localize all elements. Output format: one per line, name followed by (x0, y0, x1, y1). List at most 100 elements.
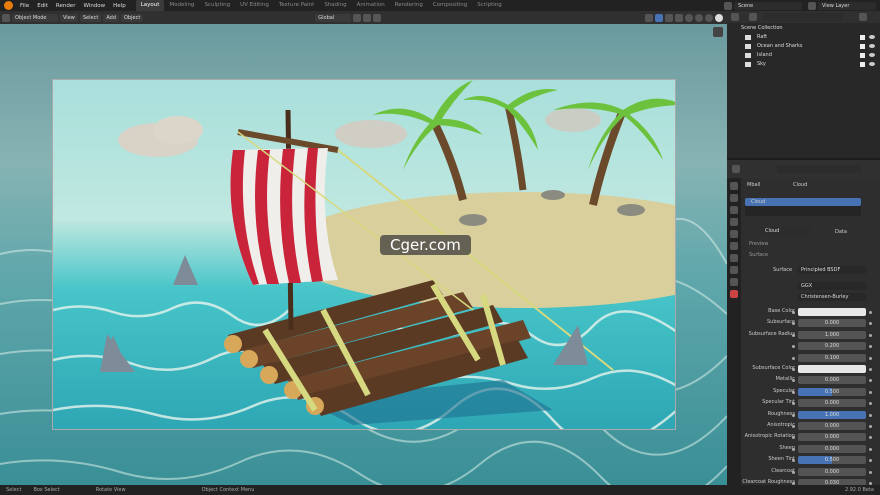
tab-compositing[interactable]: Compositing (428, 0, 472, 11)
field-value[interactable]: 0.000 (798, 399, 866, 408)
toggle-sidebar-button[interactable] (713, 27, 723, 37)
socket-icon[interactable] (792, 356, 795, 360)
tab-rendering[interactable]: Rendering (390, 0, 428, 11)
editor-type-icon[interactable] (2, 13, 10, 22)
field-value[interactable]: 0.500 (798, 456, 866, 465)
menu-edit[interactable]: Edit (33, 3, 52, 9)
tab-modeling[interactable]: Modeling (164, 0, 199, 11)
tab-scripting[interactable]: Scripting (472, 0, 506, 11)
keyframe-icon[interactable] (869, 333, 872, 337)
keyframe-icon[interactable] (869, 311, 872, 314)
view-layer-tab-icon[interactable] (730, 218, 738, 226)
keyframe-icon[interactable] (869, 356, 872, 360)
keyframe-icon[interactable] (869, 345, 872, 349)
object-mode-dropdown[interactable]: Object Mode (12, 13, 58, 22)
eye-icon[interactable] (869, 62, 875, 66)
socket-icon[interactable] (792, 345, 795, 349)
socket-icon[interactable] (792, 390, 795, 394)
menu-object[interactable]: Object (121, 13, 144, 22)
keyframe-icon[interactable] (869, 390, 872, 394)
checkbox-icon[interactable] (860, 53, 865, 58)
object-tab-icon[interactable] (730, 254, 738, 262)
keyframe-icon[interactable] (869, 368, 872, 371)
menu-view[interactable]: View (60, 13, 78, 22)
socket-icon[interactable] (792, 333, 795, 337)
surface-shader-dropdown[interactable]: Principled BSDF (798, 266, 866, 274)
keyframe-icon[interactable] (869, 470, 872, 474)
distribution-dropdown[interactable]: GGX (798, 282, 866, 290)
gizmo-icon[interactable] (655, 13, 663, 22)
3d-viewport[interactable]: Cger.com (0, 24, 727, 485)
xray-icon[interactable] (675, 13, 683, 22)
surface-panel-header[interactable]: Surface (749, 252, 768, 258)
keyframe-icon[interactable] (869, 322, 872, 326)
physics-tab-icon[interactable] (730, 278, 738, 286)
tool-tab-icon[interactable] (730, 182, 738, 190)
keyframe-icon[interactable] (869, 447, 872, 451)
socket-icon[interactable] (792, 311, 795, 314)
material-tab-icon[interactable] (730, 290, 738, 298)
keyframe-icon[interactable] (869, 402, 872, 406)
field-value[interactable]: 0.000 (798, 467, 866, 476)
field-value[interactable]: 0.000 (798, 319, 866, 328)
tab-texture-paint[interactable]: Texture Paint (274, 0, 320, 11)
scene-selector[interactable]: Scene (734, 1, 802, 10)
world-tab-icon[interactable] (730, 242, 738, 250)
field-value[interactable]: 0.000 (798, 433, 866, 442)
eye-icon[interactable] (869, 53, 875, 57)
eye-icon[interactable] (869, 44, 875, 48)
preview-panel-header[interactable]: Preview (749, 241, 768, 247)
tab-shading[interactable]: Shading (319, 0, 351, 11)
field-value[interactable]: 0.200 (798, 342, 866, 351)
socket-icon[interactable] (792, 413, 795, 417)
subsurface-method-dropdown[interactable]: Christensen-Burley (798, 293, 866, 301)
keyframe-icon[interactable] (869, 459, 872, 463)
menu-add[interactable]: Add (103, 13, 119, 22)
tab-layout[interactable]: Layout (135, 0, 165, 11)
checkbox-icon[interactable] (860, 44, 865, 49)
field-value[interactable]: 1.000 (798, 410, 866, 419)
field-value[interactable] (798, 308, 866, 316)
overlay-icon[interactable] (665, 13, 673, 22)
material-name-field[interactable]: Cloud (761, 227, 811, 235)
shading-material-icon[interactable] (705, 13, 713, 22)
socket-icon[interactable] (792, 470, 795, 474)
shading-rendered-icon[interactable] (715, 13, 723, 22)
socket-icon[interactable] (792, 447, 795, 451)
menu-select[interactable]: Select (79, 13, 102, 22)
keyframe-icon[interactable] (869, 413, 872, 417)
proportional-edit-icon[interactable] (373, 13, 382, 22)
field-value[interactable] (798, 365, 866, 373)
socket-icon[interactable] (792, 368, 795, 371)
shading-wireframe-icon[interactable] (685, 13, 693, 22)
tab-animation[interactable]: Animation (352, 0, 390, 11)
checkbox-icon[interactable] (860, 62, 865, 67)
menu-window[interactable]: Window (79, 3, 109, 9)
properties-search-input[interactable] (777, 165, 861, 173)
socket-icon[interactable] (792, 425, 795, 428)
field-value[interactable]: 0.000 (798, 422, 866, 430)
modifier-tab-icon[interactable] (730, 266, 738, 274)
field-value[interactable]: 0.000 (798, 444, 866, 453)
funnel-icon[interactable] (859, 13, 867, 21)
menu-file[interactable]: File (16, 3, 33, 9)
tab-uv-editing[interactable]: UV Editing (235, 0, 274, 11)
snap-icon[interactable] (363, 13, 372, 22)
tab-sculpting[interactable]: Sculpting (199, 0, 235, 11)
pivot-icon[interactable] (353, 13, 362, 22)
eye-icon[interactable] (869, 35, 875, 39)
view-layer-selector[interactable]: View Layer (818, 1, 876, 10)
field-value[interactable]: 0.000 (798, 376, 866, 385)
visibility-icon[interactable] (645, 13, 653, 22)
field-value[interactable]: 0.100 (798, 353, 866, 362)
output-tab-icon[interactable] (730, 206, 738, 214)
field-value[interactable]: 1.000 (798, 330, 866, 339)
render-tab-icon[interactable] (730, 194, 738, 202)
keyframe-icon[interactable] (869, 379, 872, 383)
menu-help[interactable]: Help (109, 3, 130, 9)
checkbox-icon[interactable] (860, 35, 865, 40)
data-link-dropdown[interactable]: Data (835, 229, 847, 235)
menu-render[interactable]: Render (52, 3, 80, 9)
field-value[interactable]: 0.500 (798, 387, 866, 396)
outliner-editor-icon[interactable] (731, 13, 739, 21)
